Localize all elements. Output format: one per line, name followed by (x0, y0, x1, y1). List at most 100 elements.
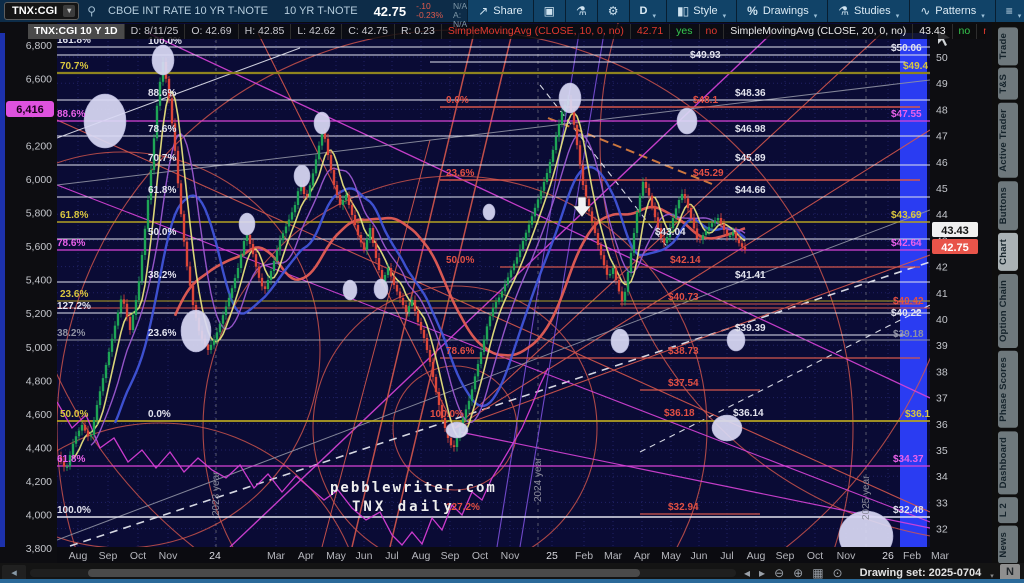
svg-text:$50.06: $50.06 (891, 43, 922, 54)
svg-text:$48.1: $48.1 (693, 95, 718, 106)
svg-text:Nov: Nov (837, 550, 856, 562)
svg-text:26: 26 (882, 550, 894, 562)
target-icon[interactable]: ⊙ (833, 566, 843, 580)
style-button[interactable]: ▮▯ Style ▾ (665, 0, 737, 22)
svg-text:32: 32 (936, 524, 948, 536)
chevron-down-icon: ▾ (722, 13, 727, 20)
svg-text:35: 35 (936, 445, 948, 457)
flask-icon: ⚗ (838, 4, 849, 18)
chart-canvas[interactable]: 2023 year 2024 year 2025 year $50.06 $49.4 $4… (0, 0, 1024, 583)
change-block: -.10 -0.23% (416, 2, 443, 20)
panel-tab-news[interactable]: News (998, 526, 1018, 564)
chevron-down-icon: ▾ (652, 13, 656, 20)
analysis-tools-button[interactable]: ⚗ (564, 0, 597, 22)
svg-text:44: 44 (936, 209, 948, 221)
svg-text:70.7%: 70.7% (148, 153, 176, 164)
panel-tab-l-2[interactable]: L 2 (998, 497, 1018, 524)
symbol-input[interactable]: TNX:CGI ▾ (4, 2, 80, 20)
svg-text:$48.36: $48.36 (735, 88, 766, 99)
svg-text:38.2%: 38.2% (57, 328, 85, 339)
svg-text:$44.66: $44.66 (735, 185, 766, 196)
panel-tab-chart[interactable]: Chart (998, 233, 1018, 271)
bid-ask-block: B: N/A A: N/A (453, 0, 467, 29)
chevron-down-icon: ▾ (1017, 13, 1022, 20)
svg-text:Mar: Mar (267, 550, 286, 562)
svg-text:3,800: 3,800 (26, 543, 52, 555)
patterns-button[interactable]: ∿ Patterns ▾ (909, 0, 995, 22)
toolbar-buttons: ↗ Share ▣ ⚗ ⚙ D ▾ ▮▯ Style ▾ % Drawings … (467, 0, 1024, 22)
svg-text:46: 46 (936, 157, 948, 169)
svg-text:23.6%: 23.6% (60, 289, 88, 300)
svg-text:78.6%: 78.6% (446, 346, 474, 357)
calendar-button[interactable]: ▣ (532, 0, 565, 22)
svg-text:Oct: Oct (807, 550, 823, 562)
svg-text:TNX daily: TNX daily (352, 499, 455, 515)
chart-scrollbar[interactable] (30, 569, 736, 577)
svg-text:61.8%: 61.8% (148, 185, 176, 196)
pan-left-icon[interactable]: ◂ (744, 566, 750, 580)
svg-text:24: 24 (209, 550, 221, 562)
pan-right-icon[interactable]: ▸ (759, 566, 765, 580)
study1-flag: no (698, 24, 724, 39)
svg-text:5,200: 5,200 (26, 308, 52, 320)
symbol-description: CBOE INT RATE 10 YR T-NOTE (108, 5, 268, 17)
svg-text:Nov: Nov (501, 550, 520, 562)
link-icon[interactable]: ⚲ (87, 4, 96, 18)
study2-flag: no (951, 24, 977, 39)
share-button[interactable]: ↗ Share (467, 0, 533, 22)
svg-text:0.0%: 0.0% (446, 95, 469, 106)
panel-tab-trade[interactable]: Trade (998, 27, 1018, 66)
svg-text:Apr: Apr (634, 550, 651, 562)
svg-text:48: 48 (936, 104, 948, 116)
svg-text:$40.73: $40.73 (668, 292, 699, 303)
svg-text:78.6%: 78.6% (148, 124, 176, 135)
timeframe-button[interactable]: D ▾ (628, 0, 666, 22)
svg-text:$39.39: $39.39 (735, 323, 766, 334)
svg-text:41: 41 (936, 288, 948, 300)
svg-text:$38.73: $38.73 (668, 346, 699, 357)
svg-text:Jul: Jul (720, 550, 733, 562)
settings-button[interactable]: ⚙ (596, 0, 629, 22)
panel-tab-active-trader[interactable]: Active Trader (998, 102, 1018, 178)
svg-text:39: 39 (936, 340, 948, 352)
svg-text:37: 37 (936, 393, 948, 405)
svg-text:5,000: 5,000 (26, 342, 52, 354)
svg-text:$43.69: $43.69 (891, 210, 922, 221)
svg-text:May: May (661, 550, 682, 562)
drawing-set-selector[interactable]: Drawing set: 2025-0704 (860, 567, 982, 579)
svg-text:2024 year: 2024 year (533, 457, 544, 502)
svg-text:42.75: 42.75 (941, 242, 969, 254)
svg-text:88.6%: 88.6% (57, 109, 85, 120)
grid-view-icon[interactable]: ▦ (812, 566, 823, 580)
chevron-down-icon[interactable]: ▾ (63, 5, 76, 17)
panel-tab-buttons[interactable]: Buttons (998, 180, 1018, 231)
svg-text:4,600: 4,600 (26, 409, 52, 421)
zoom-in-icon[interactable]: ⊕ (793, 566, 803, 580)
right-tab-strip: Trade T&S Active Trader Buttons Chart Option … (992, 22, 1024, 564)
svg-text:5,800: 5,800 (26, 208, 52, 220)
drawings-button[interactable]: % Drawings ▾ (736, 0, 828, 22)
svg-text:5,400: 5,400 (26, 275, 52, 287)
svg-text:$40.22: $40.22 (891, 308, 922, 319)
list-button[interactable]: ≡ ▾ (994, 0, 1024, 22)
studies-button[interactable]: ⚗ Studies ▾ (827, 0, 910, 22)
scrollbar-thumb[interactable] (88, 569, 640, 577)
svg-text:$32.48: $32.48 (893, 505, 924, 516)
panel-tab-t-s[interactable]: T&S (998, 68, 1018, 100)
panel-tab-dashboard[interactable]: Dashboard (998, 430, 1018, 495)
svg-text:4,000: 4,000 (26, 509, 52, 521)
svg-text:127.2%: 127.2% (57, 301, 91, 312)
ohlc-field: D: 8/11/25 (123, 24, 185, 39)
svg-text:$42.64: $42.64 (891, 238, 922, 249)
svg-text:34: 34 (936, 471, 948, 483)
panel-tab-phase-scores[interactable]: Phase Scores (998, 350, 1018, 428)
svg-text:$32.94: $32.94 (668, 502, 699, 513)
list-icon: ≡ (1005, 4, 1013, 18)
svg-text:2023 year: 2023 year (211, 471, 222, 516)
svg-text:Sep: Sep (99, 550, 118, 562)
svg-text:6,200: 6,200 (26, 141, 52, 153)
svg-text:Mar: Mar (604, 550, 623, 562)
zoom-out-icon[interactable]: ⊖ (774, 566, 784, 580)
panel-tab-option-chain[interactable]: Option Chain (998, 273, 1018, 348)
bottom-edge-bar (0, 579, 1024, 583)
